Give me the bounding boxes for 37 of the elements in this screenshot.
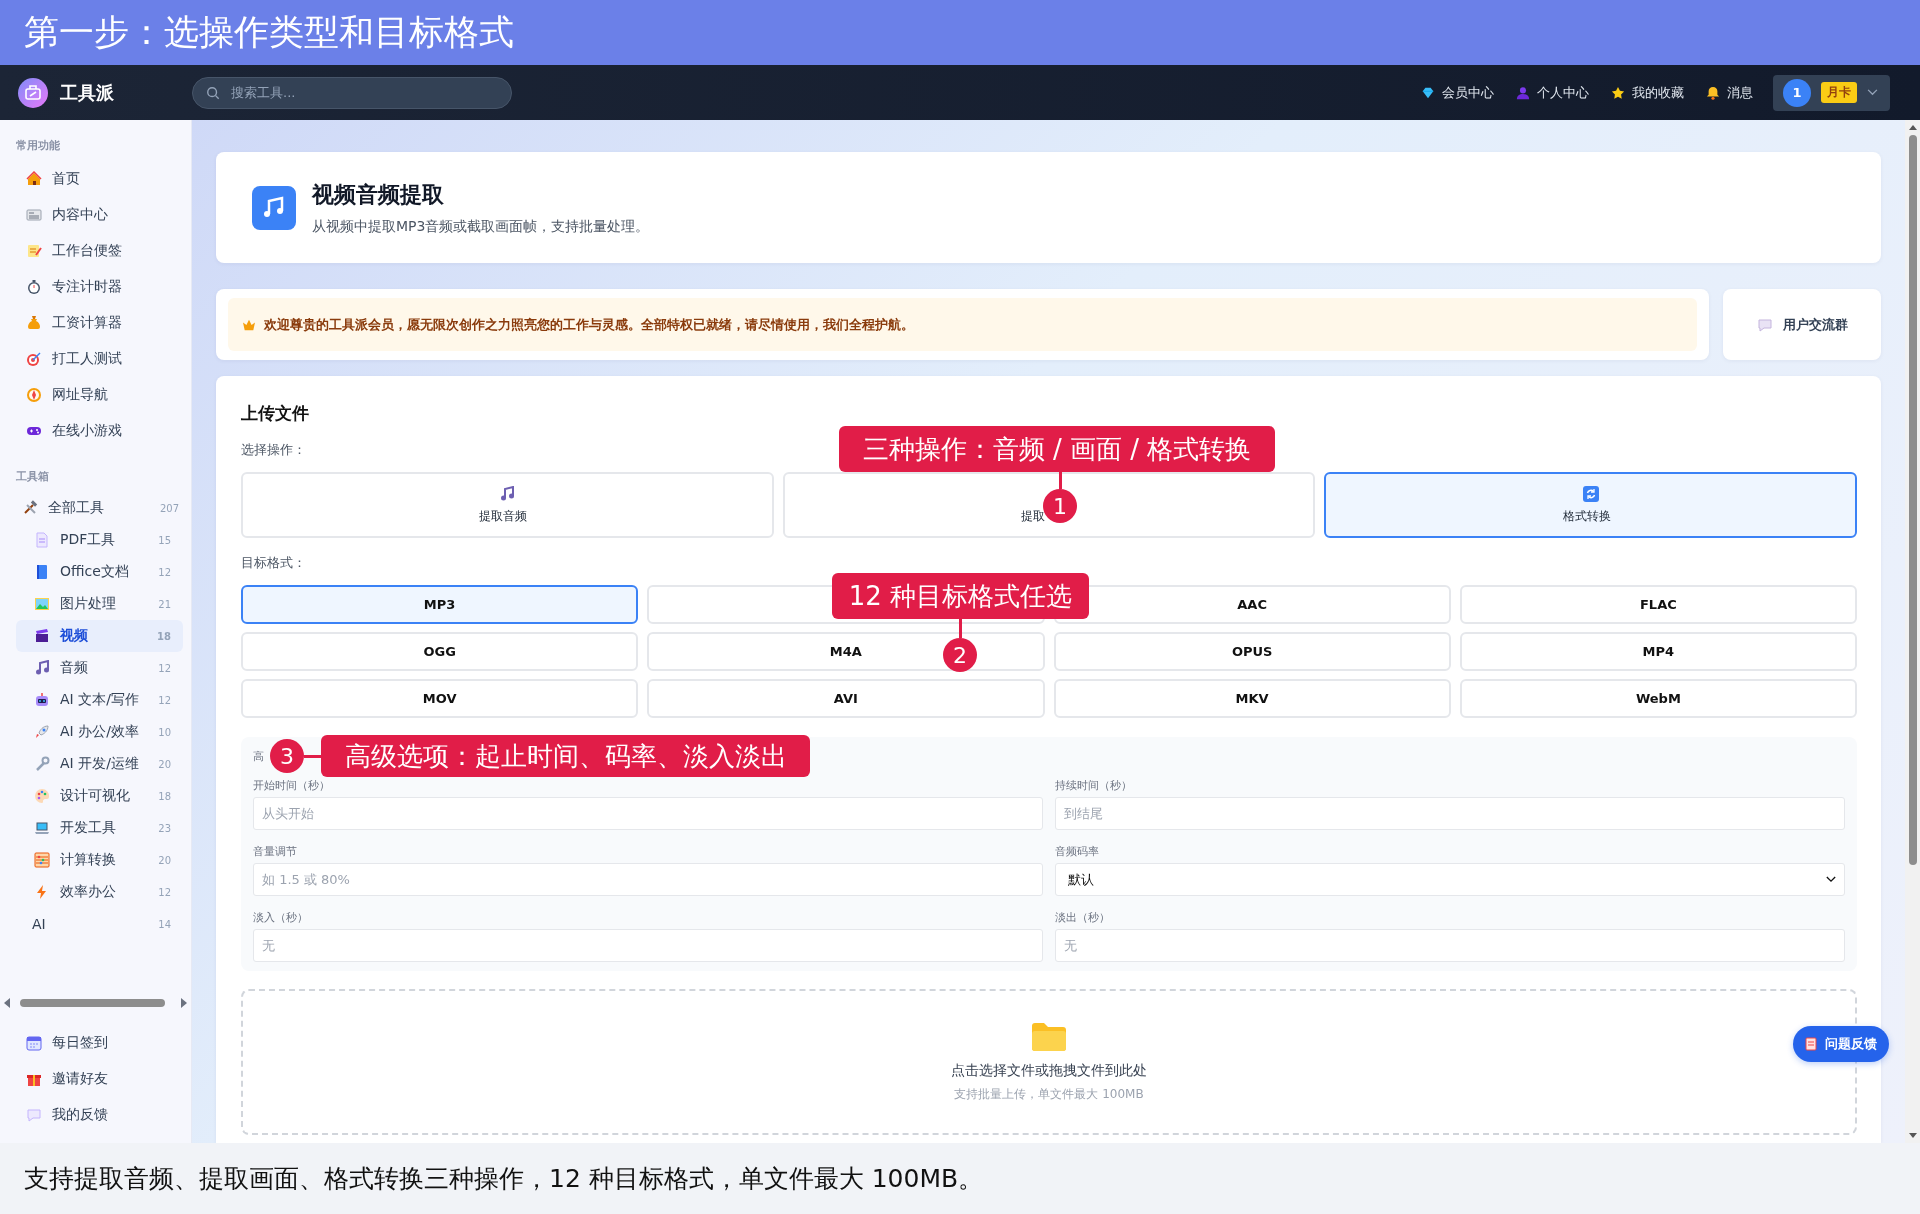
field-label: 目标格式： (241, 554, 306, 572)
panel-title: 高 (253, 749, 264, 764)
tool-title: 视频音频提取 (312, 180, 445, 209)
section-title: 上传文件 (241, 402, 310, 425)
field-label: 音频码率 (1055, 844, 1100, 859)
tool-description: 从视频中提取MP3音频或截取画面帧，支持批量处理。 (312, 217, 650, 236)
field-label: 淡入（秒） (253, 910, 309, 925)
annotation-tooltip: 12 种目标格式任选 (832, 573, 1089, 619)
field-label: 淡出（秒） (1055, 910, 1111, 925)
item-count: 20 (158, 854, 171, 866)
item-count: 14 (158, 918, 171, 930)
field-label: 选择操作： (241, 441, 306, 459)
annotation-tooltip: 三种操作：音频 / 画面 / 格式转换 (839, 426, 1275, 472)
item-count: 23 (158, 822, 171, 834)
item-count: 21 (158, 598, 171, 610)
field-label: 音量调节 (253, 844, 298, 859)
item-count: 12 (158, 662, 171, 674)
field-label: 开始时间（秒） (253, 778, 331, 793)
section-title: 常用功能 (15, 138, 61, 154)
item-count: 15 (158, 534, 171, 546)
item-count: 20 (158, 758, 171, 770)
section-title: 工具箱 (15, 469, 50, 485)
item-count: 12 (158, 566, 171, 578)
caption-text: 支持提取音频、提取画面、格式转换三种操作，12 种目标格式，单文件最大 100MB。 (24, 1163, 984, 1195)
field-label: 持续时间（秒） (1055, 778, 1133, 793)
notice-text: 欢迎尊贵的工具派会员，愿无限次创作之力照亮您的工作与灵感。全部特权已就绪，请尽情使用，我们全程护航。 (264, 315, 914, 334)
step-title: 第一步：选操作类型和目标格式 (24, 11, 514, 54)
item-count: 18 (157, 630, 171, 642)
item-count: 18 (158, 790, 171, 802)
item-count: 10 (158, 726, 171, 738)
item-count: 207 (159, 502, 179, 514)
dropzone-hint: 支持批量上传，单文件最大 100MB (954, 1085, 1144, 1103)
annotation-tooltip: 高级选项：起止时间、码率、淡入淡出 (321, 735, 810, 777)
item-count: 12 (158, 886, 171, 898)
dropzone-title: 点击选择文件或拖拽文件到此处 (951, 1061, 1147, 1080)
item-count: 12 (158, 694, 171, 706)
membership-badge: 月卡 (1821, 82, 1857, 103)
